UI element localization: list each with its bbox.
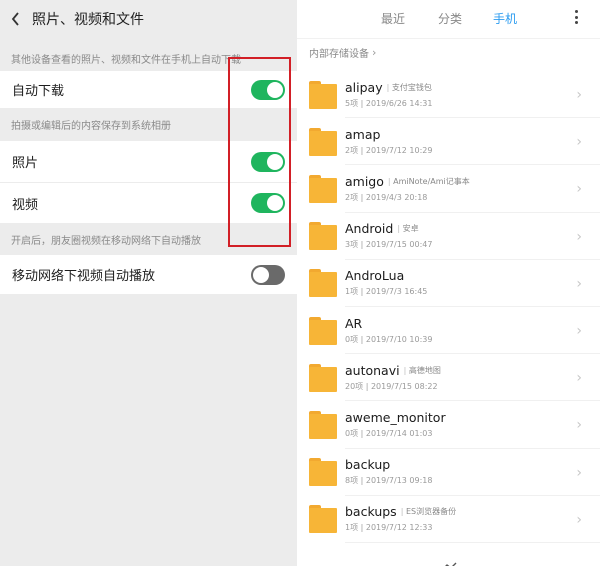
settings-header: 照片、视频和文件 bbox=[0, 0, 297, 38]
folder-icon bbox=[309, 127, 337, 156]
folder-icon bbox=[309, 458, 337, 487]
folder-icon bbox=[309, 410, 337, 439]
auto-download-label: 自动下载 bbox=[12, 84, 65, 99]
folder-text: backups ES浏览器备份 1项 | 2019/7/12 12:33 bbox=[345, 496, 600, 543]
folder-meta: 2项 | 2019/4/3 20:18 bbox=[345, 192, 428, 202]
mobile-autoplay-toggle[interactable] bbox=[251, 264, 285, 285]
toggle-knob bbox=[253, 266, 269, 283]
folder-text: alipay 支付宝钱包 5项 | 2019/6/26 14:31 bbox=[345, 71, 600, 119]
photos-label: 照片 bbox=[12, 156, 39, 171]
folder-name-row: backups ES浏览器备份 bbox=[345, 504, 600, 519]
folder-name-row: backup bbox=[345, 457, 600, 472]
folder-icon bbox=[309, 222, 337, 251]
folder-meta: 20项 | 2019/7/15 08:22 bbox=[345, 381, 438, 391]
folder-name: AR bbox=[345, 315, 363, 331]
folder-text: autonavi 高德地图 20项 | 2019/7/15 08:22 bbox=[345, 354, 600, 402]
chevron-right-icon: › bbox=[576, 275, 582, 292]
folder-name: AndroLua bbox=[345, 268, 405, 284]
folder-name: alipay bbox=[345, 79, 383, 95]
folder-name: backups bbox=[345, 504, 397, 520]
file-list: alipay 支付宝钱包 5项 | 2019/6/26 14:31 › amap 2项 |… bbox=[297, 71, 600, 543]
mobile-autoplay-label: 移动网络下视频自动播放 bbox=[12, 269, 156, 284]
folder-tag: AmiNote/Ami记事本 bbox=[388, 176, 470, 187]
folder-meta: 0项 | 2019/7/14 01:03 bbox=[345, 428, 433, 438]
page-title: 照片、视频和文件 bbox=[32, 12, 144, 28]
folder-text: amigo AmiNote/Ami记事本 2项 | 2019/4/3 20:18 bbox=[345, 165, 600, 213]
folder-row[interactable]: AndroLua 1项 | 2019/7/3 16:45 › bbox=[297, 260, 600, 307]
folder-name-row: Android安卓 bbox=[345, 221, 600, 236]
folder-icon bbox=[309, 316, 337, 345]
folder-meta: 2项 | 2019/7/12 10:29 bbox=[345, 145, 433, 155]
folder-name-row: AndroLua bbox=[345, 268, 600, 283]
chevron-right-icon: › bbox=[576, 181, 582, 198]
back-arrow-icon[interactable] bbox=[8, 12, 22, 26]
folder-row[interactable]: Android安卓 3项 | 2019/7/15 00:47 › bbox=[297, 213, 600, 260]
tab-phone[interactable]: 手机 bbox=[493, 10, 517, 27]
red-highlight-box bbox=[228, 57, 291, 247]
chevron-right-icon: › bbox=[576, 511, 582, 528]
folder-name-row: AR bbox=[345, 316, 600, 331]
folder-name: amap bbox=[345, 126, 381, 142]
folder-text: Android安卓 3项 | 2019/7/15 00:47 bbox=[345, 213, 600, 260]
folder-meta: 3项 | 2019/7/15 00:47 bbox=[345, 240, 433, 250]
folder-icon bbox=[309, 80, 337, 109]
folder-tag: 安卓 bbox=[397, 223, 419, 234]
folder-icon bbox=[309, 363, 337, 392]
chevron-right-icon: › bbox=[576, 417, 582, 434]
folder-meta: 5项 | 2019/6/26 14:31 bbox=[345, 98, 433, 108]
folder-text: amap 2项 | 2019/7/12 10:29 bbox=[345, 118, 600, 166]
folder-text: AR 0项 | 2019/7/10 10:39 bbox=[345, 307, 600, 355]
folder-row[interactable]: backups ES浏览器备份 1项 | 2019/7/12 12:33 › bbox=[297, 496, 600, 543]
breadcrumb-path: 内部存储设备 bbox=[309, 49, 369, 60]
mobile-autoplay-row[interactable]: 移动网络下视频自动播放 bbox=[0, 255, 297, 294]
folder-text: backup 8项 | 2019/7/13 09:18 bbox=[345, 449, 600, 496]
scroll-indicator-icon bbox=[441, 556, 457, 566]
folder-meta: 8项 | 2019/7/13 09:18 bbox=[345, 476, 433, 486]
folder-icon bbox=[309, 269, 337, 298]
folder-name: amigo bbox=[345, 173, 384, 189]
folder-name-row: amap bbox=[345, 127, 600, 142]
chevron-right-icon: › bbox=[576, 228, 582, 245]
folder-row[interactable]: amigo AmiNote/Ami记事本 2项 | 2019/4/3 20:18 › bbox=[297, 165, 600, 213]
folder-meta: 1项 | 2019/7/3 16:45 bbox=[345, 287, 428, 297]
folder-tag: 支付宝钱包 bbox=[387, 82, 432, 93]
folder-name-row: alipay 支付宝钱包 bbox=[345, 80, 600, 95]
folder-meta: 0项 | 2019/7/10 10:39 bbox=[345, 334, 433, 344]
folder-name-row: autonavi 高德地图 bbox=[345, 363, 600, 378]
folder-row[interactable]: AR 0项 | 2019/7/10 10:39 › bbox=[297, 307, 600, 355]
folder-name: Android bbox=[345, 221, 394, 237]
folder-row[interactable]: alipay 支付宝钱包 5项 | 2019/6/26 14:31 › bbox=[297, 71, 600, 119]
chevron-right-icon: › bbox=[372, 46, 377, 59]
breadcrumb[interactable]: 内部存储设备 › bbox=[297, 38, 600, 66]
tab-category[interactable]: 分类 bbox=[438, 10, 462, 27]
folder-text: AndroLua 1项 | 2019/7/3 16:45 bbox=[345, 260, 600, 307]
chevron-right-icon: › bbox=[576, 87, 582, 103]
tab-recent[interactable]: 最近 bbox=[381, 10, 405, 27]
videos-label: 视频 bbox=[12, 197, 39, 213]
folder-name: autonavi bbox=[345, 362, 400, 378]
chevron-right-icon: › bbox=[576, 370, 582, 387]
folder-text: aweme_monitor 0项 | 2019/7/14 01:03 bbox=[345, 401, 600, 449]
folder-tag: ES浏览器备份 bbox=[401, 506, 456, 517]
settings-panel: 照片、视频和文件 其他设备查看的照片、视频和文件在手机上自动下载 自动下载 拍摄… bbox=[0, 0, 297, 566]
folder-meta: 1项 | 2019/7/12 12:33 bbox=[345, 523, 433, 533]
folder-name-row: aweme_monitor bbox=[345, 410, 600, 425]
chevron-right-icon: › bbox=[576, 322, 582, 339]
folder-row[interactable]: autonavi 高德地图 20项 | 2019/7/15 08:22 › bbox=[297, 354, 600, 402]
file-tabs: 最近 分类 手机 bbox=[297, 0, 600, 38]
folder-name-row: amigo AmiNote/Ami记事本 bbox=[345, 174, 600, 189]
folder-name: backup bbox=[345, 457, 391, 473]
folder-icon bbox=[309, 174, 337, 203]
chevron-right-icon: › bbox=[576, 134, 582, 151]
folder-row[interactable]: aweme_monitor 0项 | 2019/7/14 01:03 › bbox=[297, 401, 600, 449]
folder-name: aweme_monitor bbox=[345, 409, 446, 425]
more-options-icon[interactable] bbox=[574, 10, 578, 24]
folder-row[interactable]: backup 8项 | 2019/7/13 09:18 › bbox=[297, 449, 600, 496]
file-manager-panel: 最近 分类 手机 内部存储设备 › alipay 支付宝钱包 5项 | 2019/6… bbox=[297, 0, 600, 566]
folder-tag: 高德地图 bbox=[404, 365, 441, 376]
folder-row[interactable]: amap 2项 | 2019/7/12 10:29 › bbox=[297, 118, 600, 166]
chevron-right-icon: › bbox=[576, 464, 582, 481]
folder-icon bbox=[309, 505, 337, 534]
